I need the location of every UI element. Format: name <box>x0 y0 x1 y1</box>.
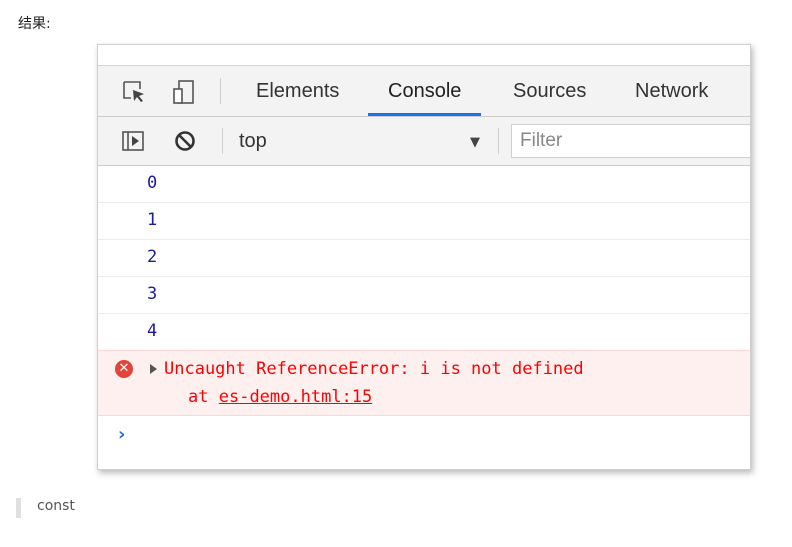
log-value: 0 <box>147 173 158 193</box>
console-error-row: ✕ Uncaught ReferenceError: i is not defi… <box>98 350 750 416</box>
console-log-row: 4 <box>98 314 750 350</box>
error-icon: ✕ <box>115 360 133 378</box>
source-location-link[interactable]: es-demo.html:15 <box>219 387 373 407</box>
tab-network[interactable]: Network <box>635 66 708 116</box>
toolbar-separator <box>498 128 499 154</box>
devtools-window: Elements Console Sources Network top ▼ F… <box>97 44 751 470</box>
device-toolbar-icon[interactable] <box>171 79 197 105</box>
quote-text: const <box>37 498 75 514</box>
log-value: 2 <box>147 247 158 267</box>
console-log-row: 1 <box>98 203 750 240</box>
expand-triangle-icon[interactable] <box>150 364 157 374</box>
log-value: 1 <box>147 210 158 230</box>
toolbar-separator <box>222 128 223 154</box>
inspect-element-icon[interactable] <box>122 79 148 105</box>
sidebar-toggle-icon[interactable] <box>120 128 146 154</box>
log-value: 4 <box>147 321 158 341</box>
error-stack-line: at es-demo.html:15 <box>188 387 372 407</box>
console-log-row: 3 <box>98 277 750 314</box>
tab-console[interactable]: Console <box>367 66 482 116</box>
result-label: 结果: <box>18 16 51 32</box>
devtools-tabbar: Elements Console Sources Network <box>98 66 750 117</box>
clear-console-icon[interactable] <box>172 128 198 154</box>
console-output: 0 1 2 3 4 ✕ Uncaught ReferenceError: i i… <box>98 166 750 456</box>
error-message: Uncaught ReferenceError: i is not define… <box>164 359 584 379</box>
tab-sources[interactable]: Sources <box>513 66 586 116</box>
console-prompt[interactable]: › <box>98 416 750 456</box>
stack-at-prefix: at <box>188 387 209 407</box>
log-value: 3 <box>147 284 158 304</box>
context-dropdown-arrow-icon[interactable]: ▼ <box>470 135 480 150</box>
tab-elements[interactable]: Elements <box>256 66 339 116</box>
prompt-chevron-icon: › <box>118 424 126 445</box>
quote-bar <box>16 498 21 518</box>
context-selector[interactable]: top <box>239 117 267 165</box>
tabbar-separator <box>220 78 221 104</box>
filter-input[interactable]: Filter <box>511 124 750 158</box>
console-toolbar: top ▼ Filter <box>98 117 750 166</box>
console-log-row: 2 <box>98 240 750 277</box>
console-log-row: 0 <box>98 166 750 203</box>
devtools-top-strip <box>98 45 750 66</box>
